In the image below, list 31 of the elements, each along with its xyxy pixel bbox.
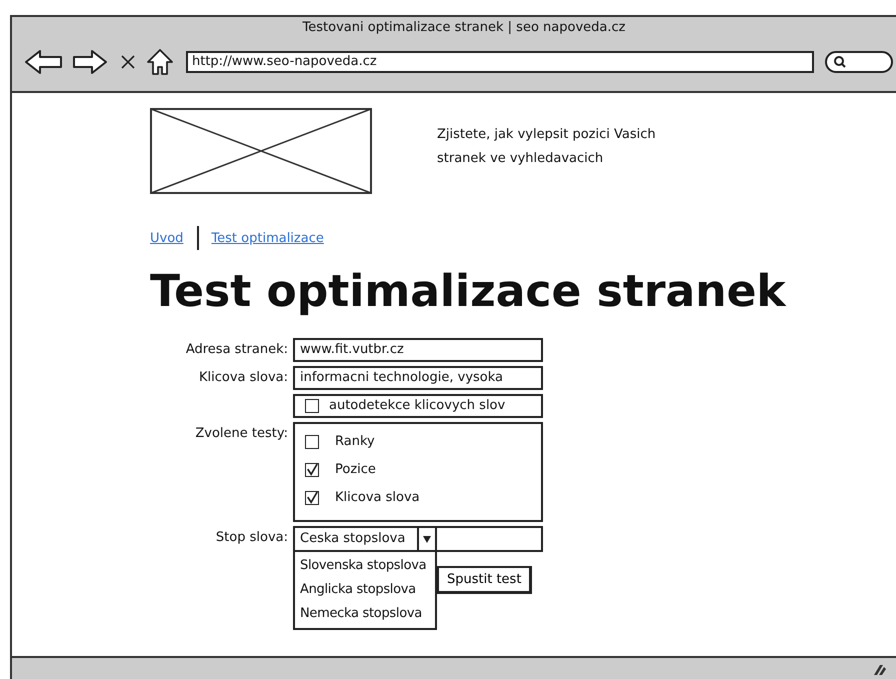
checkbox-label: Pozice [335,461,376,479]
close-icon[interactable] [120,54,136,70]
input-field[interactable]: informacni technologie, vysoka [293,366,543,390]
dropdown-option[interactable]: Anglicka stopslova [295,578,435,602]
field-label: Klicova slova: [198,369,288,387]
checkbox[interactable] [305,463,319,477]
breadcrumb-link[interactable]: Uvod [150,230,184,246]
back-arrow-icon[interactable] [24,49,64,75]
input-field[interactable]: www.fit.vutbr.cz [293,338,543,362]
checkbox-label: autodetekce klicovych slov [329,397,506,415]
address-field[interactable]: http://www.seo-napoveda.cz [186,51,814,73]
window-title: Testovani optimalizace stranek | seo napoveda.cz [302,19,626,37]
field-label: Adresa stranek: [184,341,288,359]
checkbox[interactable] [305,435,319,449]
checkbox[interactable] [305,399,319,413]
dropdown-option[interactable]: Nemecka stopslova [295,602,435,626]
field-label: Stop slova: [214,529,288,547]
checkbox[interactable] [305,491,319,505]
checkbox-label: Ranky [335,433,375,451]
tagline: Zjistete, jak vylepsit pozici Vasich stranek ve vyhledavacich [437,126,657,168]
checkbox-label: Klicova slova [335,489,420,507]
forward-arrow-icon[interactable] [72,49,108,75]
submit-button[interactable]: Spustit test [437,566,532,594]
dropdown[interactable]: Ceska stopslova [293,526,437,552]
field-label: Zvolene testy: [194,425,288,443]
input-field[interactable] [437,526,543,552]
breadcrumb-link[interactable]: Test optimalizace [211,230,324,246]
dropdown-option[interactable]: Slovenska stopslova [295,554,435,578]
search-field[interactable] [825,50,893,74]
page-heading: Test optimalizace stranek [150,266,788,318]
home-icon[interactable] [146,48,174,76]
